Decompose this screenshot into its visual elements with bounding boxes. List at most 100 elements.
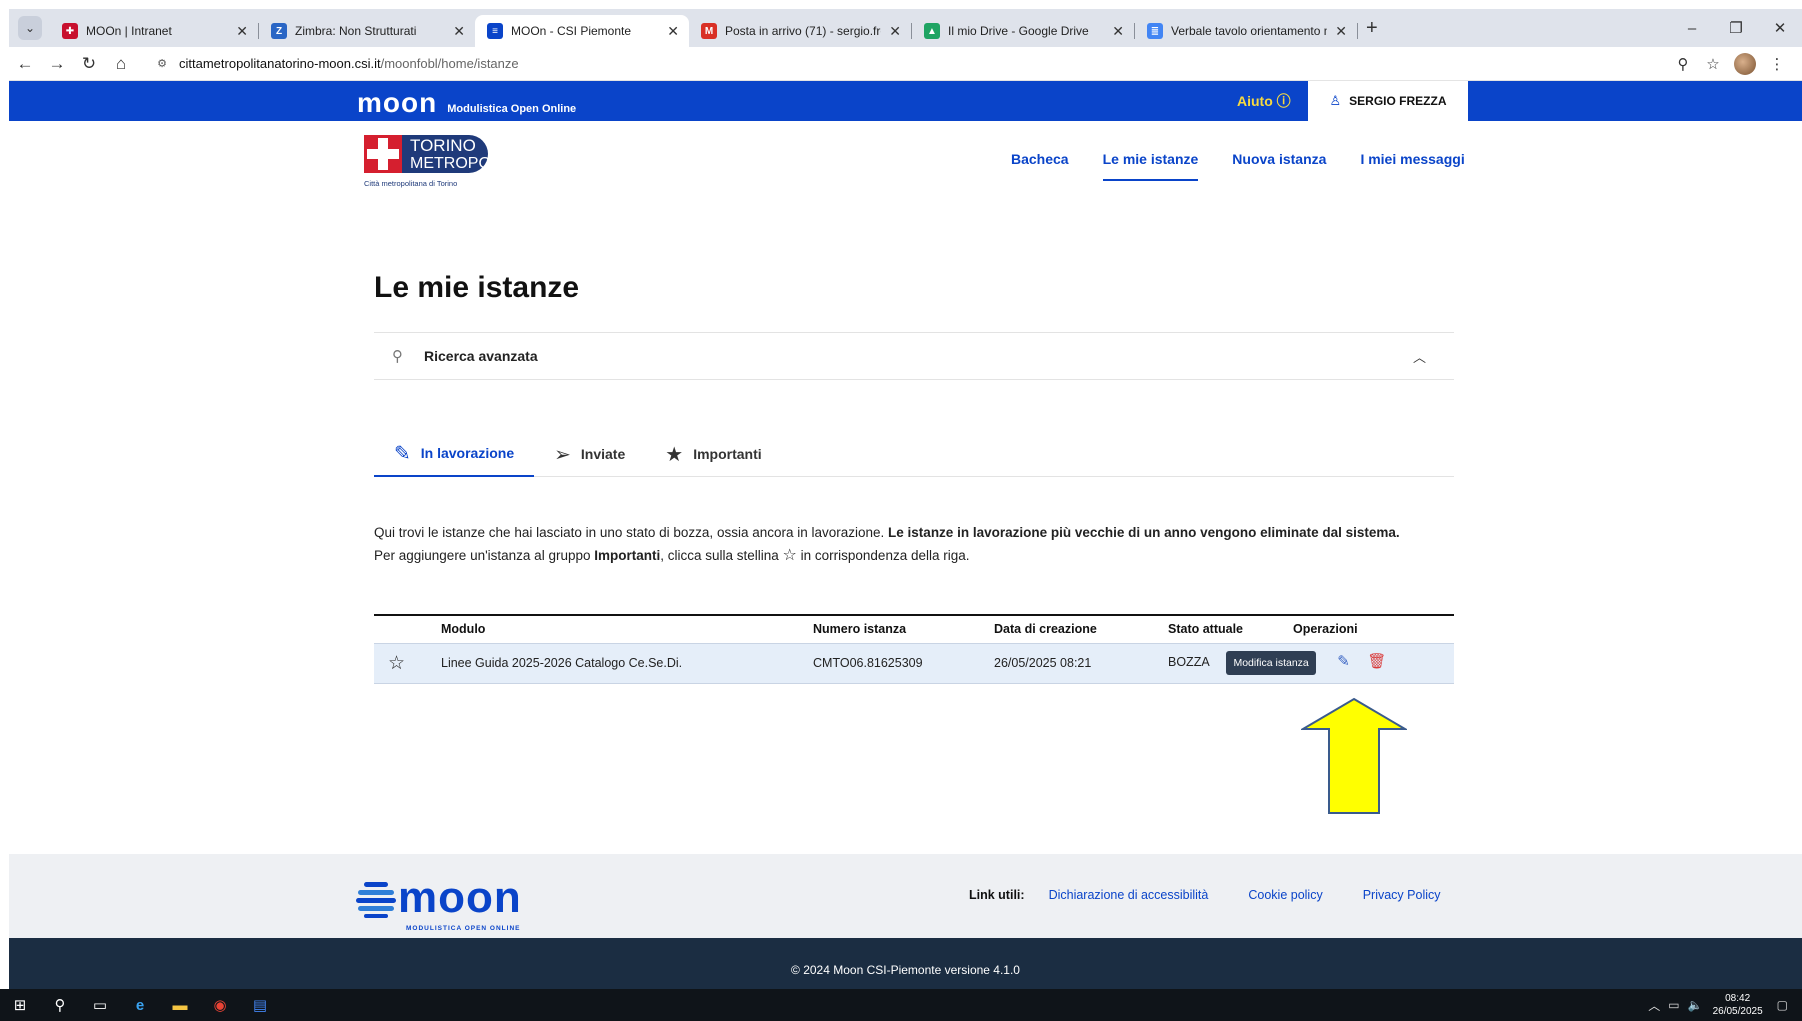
tab-title: MOOn | Intranet bbox=[86, 24, 172, 38]
close-window-icon[interactable]: ✕ bbox=[1758, 19, 1802, 37]
pencil-icon: ✎ bbox=[394, 442, 411, 465]
advanced-search-label: Ricerca avanzata bbox=[424, 348, 538, 364]
task-view-icon[interactable]: ▭ bbox=[80, 989, 120, 1021]
system-tray: ︿ ▭ 🔈 08:42 26/05/2025 ▢ bbox=[1648, 989, 1788, 1021]
browser-tab[interactable]: ≣ Verbale tavolo orientamento m ✕ bbox=[1135, 15, 1357, 47]
chevron-up-icon[interactable]: ︿ bbox=[1413, 347, 1426, 366]
user-menu[interactable]: ♙ SERGIO FREZZA bbox=[1308, 81, 1468, 121]
clock-time: 08:42 bbox=[1725, 993, 1751, 1004]
browser-tab[interactable]: M Posta in arrivo (71) - sergio.frez ✕ bbox=[689, 15, 911, 47]
link-cookie-policy[interactable]: Cookie policy bbox=[1248, 888, 1322, 902]
column-header-stato: Stato attuale bbox=[1168, 622, 1244, 637]
close-tab-icon[interactable]: ✕ bbox=[1112, 23, 1124, 40]
moon-logo[interactable]: moon Modulistica Open Online bbox=[357, 87, 576, 119]
url-path: /moonfobl/home/istanze bbox=[380, 56, 519, 71]
nav-miei-messaggi[interactable]: I miei messaggi bbox=[1360, 151, 1464, 181]
back-icon[interactable]: ← bbox=[9, 54, 41, 74]
column-header-numero: Numero istanza bbox=[813, 622, 907, 637]
edge-icon[interactable]: e bbox=[120, 989, 160, 1021]
nav-nuova-istanza[interactable]: Nuova istanza bbox=[1232, 151, 1326, 181]
search-icon: ⚲ bbox=[392, 348, 403, 365]
svg-text:TORINO: TORINO bbox=[410, 136, 476, 155]
bookmark-star-icon[interactable]: ☆ bbox=[1698, 55, 1728, 73]
footer-logo-subtitle: MODULISTICA OPEN ONLINE bbox=[406, 925, 521, 932]
cell-data: 26/05/2025 08:21 bbox=[994, 642, 1168, 684]
column-header-modulo: Modulo bbox=[441, 622, 486, 637]
table-row: ☆ Linee Guida 2025-2026 Catalogo Ce.Se.D… bbox=[374, 642, 1454, 684]
browser-tab-active[interactable]: ≡ MOOn - CSI Piemonte ✕ bbox=[475, 15, 689, 47]
url-field[interactable]: ⚙ cittametropolitanatorino-moon.csi.it/m… bbox=[147, 51, 1668, 77]
footer-bottom: © 2024 Moon CSI-Piemonte versione 4.1.0 bbox=[9, 938, 1802, 989]
minimize-icon[interactable]: – bbox=[1670, 20, 1714, 37]
home-icon[interactable]: ⌂ bbox=[105, 54, 137, 74]
help-link[interactable]: Aiuto ⓘ bbox=[1237, 91, 1291, 111]
torino-metropoli-logo[interactable]: TORINO METROPOLI Città metropolitana di … bbox=[364, 135, 494, 191]
browser-tab[interactable]: Z Zimbra: Non Strutturati ✕ bbox=[259, 15, 475, 47]
close-tab-icon[interactable]: ✕ bbox=[889, 23, 901, 40]
copyright: © 2024 Moon CSI-Piemonte versione 4.1.0 bbox=[791, 963, 1020, 977]
nav-le-mie-istanze[interactable]: Le mie istanze bbox=[1102, 151, 1199, 181]
address-bar: ← → ↻ ⌂ ⚙ cittametropolitanatorino-moon.… bbox=[9, 47, 1802, 81]
link-privacy-policy[interactable]: Privacy Policy bbox=[1363, 888, 1441, 902]
notifications-icon[interactable]: ▢ bbox=[1777, 998, 1788, 1012]
tooltip-modifica: Modifica istanza bbox=[1226, 651, 1316, 675]
svg-text:METROPOLI: METROPOLI bbox=[410, 155, 494, 172]
tab-title: Posta in arrivo (71) - sergio.frez bbox=[725, 24, 882, 38]
restore-icon[interactable]: ❐ bbox=[1714, 19, 1758, 37]
status-badge: BOZZA bbox=[1168, 655, 1209, 669]
tab-inviate[interactable]: ➢ Inviate bbox=[534, 431, 645, 477]
windows-taskbar: ⊞ ⚲ ▭ e ▬ ◉ ▤ ︿ ▭ 🔈 08:42 26/05/2025 ▢ bbox=[0, 989, 1802, 1021]
close-tab-icon[interactable]: ✕ bbox=[667, 23, 679, 40]
clock[interactable]: 08:42 26/05/2025 bbox=[1713, 992, 1763, 1018]
search-icon[interactable]: ⚲ bbox=[40, 989, 80, 1021]
tab-importanti[interactable]: ★ Importanti bbox=[645, 431, 781, 477]
windows-start-icon[interactable]: ⊞ bbox=[0, 989, 40, 1021]
browser-window: ⌄ ✚ MOOn | Intranet ✕ Z Zimbra: Non Stru… bbox=[9, 9, 1802, 989]
footer-moon-logo[interactable]: moon MODULISTICA OPEN ONLINE bbox=[354, 876, 522, 932]
browser-tab[interactable]: ▲ Il mio Drive - Google Drive ✕ bbox=[912, 15, 1134, 47]
close-tab-icon[interactable]: ✕ bbox=[453, 23, 465, 40]
browser-tab[interactable]: ✚ MOOn | Intranet ✕ bbox=[50, 15, 258, 47]
profile-avatar[interactable] bbox=[1734, 52, 1756, 75]
reload-icon[interactable]: ↻ bbox=[73, 54, 105, 74]
site-settings-icon[interactable]: ⚙ bbox=[153, 55, 171, 73]
links-label: Link utili: bbox=[969, 888, 1025, 902]
docs-icon[interactable]: ▤ bbox=[240, 989, 280, 1021]
zoom-icon[interactable]: ⚲ bbox=[1668, 55, 1698, 73]
cell-modulo: Linee Guida 2025-2026 Catalogo Ce.Se.Di. bbox=[441, 642, 813, 684]
chrome-icon[interactable]: ◉ bbox=[200, 989, 240, 1021]
star-outline-icon: ☆ bbox=[782, 547, 797, 564]
info-text: Qui trovi le istanze che hai lasciato in… bbox=[374, 525, 1400, 564]
star-filled-icon: ★ bbox=[665, 443, 684, 466]
nav-bacheca[interactable]: Bacheca bbox=[1011, 151, 1069, 181]
edit-pencil-icon[interactable]: ✎ bbox=[1337, 653, 1350, 670]
delete-trash-icon[interactable]: 🗑 bbox=[1367, 653, 1386, 670]
forward-icon[interactable]: → bbox=[41, 54, 73, 74]
volume-icon[interactable]: 🔈 bbox=[1688, 998, 1703, 1012]
svg-text:Città metropolitana di Torino: Città metropolitana di Torino bbox=[364, 179, 457, 188]
footer: moon MODULISTICA OPEN ONLINE Link utili:… bbox=[9, 854, 1802, 938]
column-header-operazioni: Operazioni bbox=[1293, 622, 1358, 637]
file-explorer-icon[interactable]: ▬ bbox=[160, 989, 200, 1021]
link-accessibilita[interactable]: Dichiarazione di accessibilità bbox=[1049, 888, 1209, 902]
close-tab-icon[interactable]: ✕ bbox=[236, 23, 248, 40]
tab-search-button[interactable]: ⌄ bbox=[18, 16, 42, 40]
tray-chevron-icon[interactable]: ︿ bbox=[1648, 997, 1660, 1014]
advanced-search-toggle[interactable]: ⚲ Ricerca avanzata ︿ bbox=[374, 332, 1454, 380]
moon-favicon-icon: ≡ bbox=[487, 23, 503, 39]
tab-in-lavorazione[interactable]: ✎ In lavorazione bbox=[374, 431, 535, 477]
drive-favicon-icon: ▲ bbox=[924, 23, 940, 39]
yellow-arrow-annotation bbox=[1301, 697, 1407, 814]
main-nav: Bacheca Le mie istanze Nuova istanza I m… bbox=[994, 151, 1482, 181]
site-header: moon Modulistica Open Online Aiuto ⓘ ♙ S… bbox=[9, 81, 1802, 121]
new-tab-icon[interactable]: + bbox=[1366, 17, 1378, 40]
column-header-data: Data di creazione bbox=[994, 622, 1097, 637]
page-title: Le mie istanze bbox=[374, 271, 580, 304]
tab-title: Zimbra: Non Strutturati bbox=[295, 24, 417, 38]
browser-menu-icon[interactable]: ⋮ bbox=[1762, 55, 1792, 73]
favorite-star-icon[interactable]: ☆ bbox=[374, 642, 441, 684]
close-tab-icon[interactable]: ✕ bbox=[1335, 23, 1347, 40]
network-icon[interactable]: ▭ bbox=[1668, 998, 1679, 1012]
moon-globe-icon bbox=[356, 882, 396, 918]
cell-stato-operazioni: BOZZA Modifica istanza ✎ 🗑 bbox=[1168, 642, 1454, 684]
